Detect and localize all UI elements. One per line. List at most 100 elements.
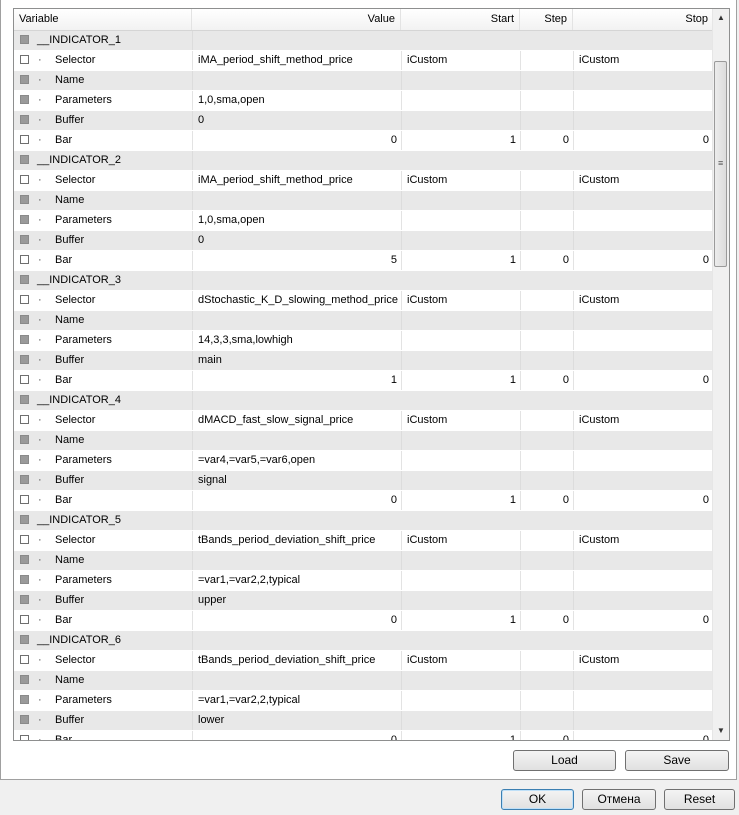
optimize-checkbox[interactable] xyxy=(20,455,29,464)
start-cell[interactable] xyxy=(401,571,520,590)
step-cell[interactable] xyxy=(520,591,573,610)
start-cell[interactable] xyxy=(401,231,520,250)
parameter-row[interactable]: · Selector iMA_period_shift_method_price iC… xyxy=(14,171,713,191)
stop-cell[interactable]: iCustom xyxy=(573,651,713,670)
step-cell[interactable]: 0 xyxy=(520,491,573,510)
stop-cell[interactable] xyxy=(573,351,713,370)
optimize-checkbox[interactable] xyxy=(20,535,29,544)
start-cell[interactable] xyxy=(401,311,520,330)
column-header-step[interactable]: Step xyxy=(520,9,573,30)
value-cell[interactable] xyxy=(192,551,401,570)
value-cell[interactable]: 0 xyxy=(192,611,401,630)
start-cell[interactable]: iCustom xyxy=(401,411,520,430)
start-cell[interactable]: iCustom xyxy=(401,531,520,550)
start-cell[interactable]: iCustom xyxy=(401,651,520,670)
stop-cell[interactable]: 0 xyxy=(573,251,713,270)
parameter-row[interactable]: · Selector dMACD_fast_slow_signal_price iCu… xyxy=(14,411,713,431)
parameter-row[interactable]: · Parameters 1,0,sma,open xyxy=(14,211,713,231)
optimize-checkbox[interactable] xyxy=(20,495,29,504)
step-cell[interactable] xyxy=(520,471,573,490)
optimize-checkbox[interactable] xyxy=(20,395,29,404)
stop-cell[interactable] xyxy=(573,451,713,470)
parameter-row[interactable]: · Name xyxy=(14,431,713,451)
optimize-checkbox[interactable] xyxy=(20,195,29,204)
stop-cell[interactable] xyxy=(573,231,713,250)
step-cell[interactable] xyxy=(520,691,573,710)
value-cell[interactable]: 0 xyxy=(192,111,401,130)
step-cell[interactable]: 0 xyxy=(520,131,573,150)
step-cell[interactable] xyxy=(520,111,573,130)
stop-cell[interactable] xyxy=(573,691,713,710)
parameter-row[interactable]: · Bar 0 1 0 0 xyxy=(14,491,713,511)
group-row[interactable]: __INDICATOR_6 xyxy=(14,631,713,651)
optimize-checkbox[interactable] xyxy=(20,435,29,444)
optimize-checkbox[interactable] xyxy=(20,575,29,584)
cancel-button[interactable]: Отмена xyxy=(582,789,656,810)
value-cell[interactable]: dStochastic_K_D_slowing_method_price xyxy=(192,291,401,310)
group-row[interactable]: __INDICATOR_5 xyxy=(14,511,713,531)
start-cell[interactable] xyxy=(401,71,520,90)
value-cell[interactable]: =var1,=var2,2,typical xyxy=(192,571,401,590)
value-cell[interactable]: 0 xyxy=(192,491,401,510)
value-cell[interactable]: 0 xyxy=(192,231,401,250)
value-cell[interactable]: =var1,=var2,2,typical xyxy=(192,691,401,710)
stop-cell[interactable] xyxy=(573,551,713,570)
value-cell[interactable] xyxy=(192,671,401,690)
parameter-row[interactable]: · Buffer 0 xyxy=(14,231,713,251)
stop-cell[interactable] xyxy=(573,711,713,730)
step-cell[interactable] xyxy=(520,211,573,230)
start-cell[interactable]: iCustom xyxy=(401,51,520,70)
stop-cell[interactable] xyxy=(573,71,713,90)
optimize-checkbox[interactable] xyxy=(20,95,29,104)
parameter-row[interactable]: · Bar 0 1 0 0 xyxy=(14,131,713,151)
parameter-row[interactable]: · Parameters 14,3,3,sma,lowhigh xyxy=(14,331,713,351)
step-cell[interactable]: 0 xyxy=(520,251,573,270)
stop-cell[interactable] xyxy=(573,111,713,130)
scroll-up-icon[interactable]: ▲ xyxy=(713,9,729,26)
parameter-row[interactable]: · Parameters =var4,=var5,=var6,open xyxy=(14,451,713,471)
optimize-checkbox[interactable] xyxy=(20,415,29,424)
stop-cell[interactable] xyxy=(573,671,713,690)
parameter-row[interactable]: · Selector tBands_period_deviation_shift_p… xyxy=(14,651,713,671)
stop-cell[interactable] xyxy=(573,591,713,610)
value-cell[interactable]: 1,0,sma,open xyxy=(192,91,401,110)
parameter-row[interactable]: · Selector tBands_period_deviation_shift_p… xyxy=(14,531,713,551)
start-cell[interactable] xyxy=(401,691,520,710)
optimize-checkbox[interactable] xyxy=(20,75,29,84)
step-cell[interactable] xyxy=(520,451,573,470)
value-cell[interactable]: tBands_period_deviation_shift_price xyxy=(192,651,401,670)
value-cell[interactable]: 0 xyxy=(192,731,401,740)
parameter-row[interactable]: · Name xyxy=(14,311,713,331)
optimize-checkbox[interactable] xyxy=(20,635,29,644)
group-row[interactable]: __INDICATOR_3 xyxy=(14,271,713,291)
optimize-checkbox[interactable] xyxy=(20,695,29,704)
optimize-checkbox[interactable] xyxy=(20,315,29,324)
column-header-start[interactable]: Start xyxy=(401,9,520,30)
value-cell[interactable]: dMACD_fast_slow_signal_price xyxy=(192,411,401,430)
stop-cell[interactable]: 0 xyxy=(573,611,713,630)
value-cell[interactable] xyxy=(192,431,401,450)
value-cell[interactable] xyxy=(192,311,401,330)
group-row[interactable]: __INDICATOR_2 xyxy=(14,151,713,171)
value-cell[interactable]: 1 xyxy=(192,371,401,390)
parameter-row[interactable]: · Bar 5 1 0 0 xyxy=(14,251,713,271)
stop-cell[interactable] xyxy=(573,471,713,490)
step-cell[interactable]: 0 xyxy=(520,731,573,740)
stop-cell[interactable]: 0 xyxy=(573,491,713,510)
optimize-checkbox[interactable] xyxy=(20,655,29,664)
step-cell[interactable] xyxy=(520,331,573,350)
value-cell[interactable]: lower xyxy=(192,711,401,730)
optimize-checkbox[interactable] xyxy=(20,155,29,164)
optimize-checkbox[interactable] xyxy=(20,515,29,524)
step-cell[interactable] xyxy=(520,671,573,690)
save-button[interactable]: Save xyxy=(625,750,729,771)
optimize-checkbox[interactable] xyxy=(20,295,29,304)
optimize-checkbox[interactable] xyxy=(20,255,29,264)
step-cell[interactable] xyxy=(520,291,573,310)
optimize-checkbox[interactable] xyxy=(20,115,29,124)
start-cell[interactable]: 1 xyxy=(401,731,520,740)
parameter-row[interactable]: · Buffer main xyxy=(14,351,713,371)
start-cell[interactable] xyxy=(401,671,520,690)
start-cell[interactable] xyxy=(401,591,520,610)
value-cell[interactable]: tBands_period_deviation_shift_price xyxy=(192,531,401,550)
